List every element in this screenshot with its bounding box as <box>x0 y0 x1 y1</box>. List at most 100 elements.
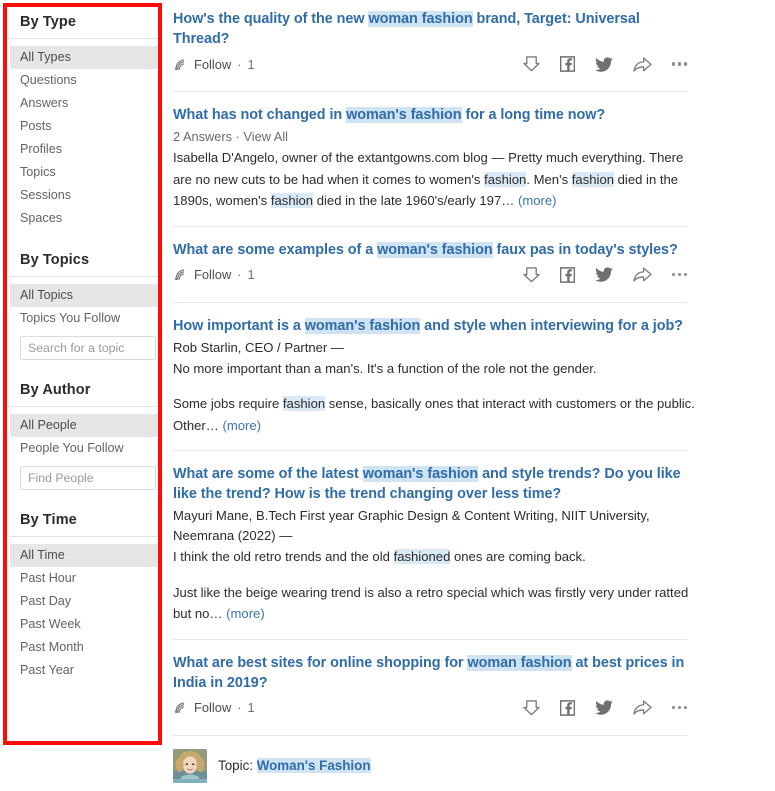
facebook-icon[interactable] <box>559 56 575 72</box>
filter-item-past-month[interactable]: Past Month <box>10 636 161 659</box>
filter-item-past-year[interactable]: Past Year <box>10 659 161 682</box>
filter-item-answers[interactable]: Answers <box>10 92 161 115</box>
filter-item-label: Answers <box>20 96 69 110</box>
share-actions <box>522 266 687 284</box>
search-result-item: How important is a woman's fashion and s… <box>173 316 695 443</box>
filter-item-past-day[interactable]: Past Day <box>10 590 161 613</box>
filter-item-topics[interactable]: Topics <box>10 161 161 184</box>
filter-item-label: All Time <box>20 548 65 562</box>
answer-paragraph: I think the old retro trends and the old… <box>173 549 586 564</box>
topic-avatar-portrait <box>173 748 207 783</box>
filter-item-people-you-follow[interactable]: People You Follow <box>10 437 161 460</box>
more-link[interactable]: (more) <box>226 606 265 621</box>
filter-item-topics-you-follow[interactable]: Topics You Follow <box>10 307 161 330</box>
more-icon[interactable] <box>671 272 687 277</box>
filter-item-sessions[interactable]: Sessions <box>10 184 161 207</box>
answer-count: 2 Answers <box>173 129 233 144</box>
follow-label: Follow <box>194 267 232 282</box>
twitter-icon[interactable] <box>594 267 613 282</box>
follow-label: Follow <box>194 700 232 715</box>
avatar <box>173 748 207 783</box>
search-result-item: What are best sites for online shopping … <box>173 653 695 727</box>
view-all-link[interactable]: View All <box>243 129 288 144</box>
topic-row[interactable]: Topic: Woman's Fashion <box>173 748 695 783</box>
filter-item-all-topics[interactable]: All Topics <box>10 284 161 307</box>
result-divider <box>173 301 687 303</box>
search-result-item: What are some of the latest woman's fash… <box>173 464 695 631</box>
filter-item-label: Past Week <box>20 617 81 631</box>
search-term-highlight: woman fashion <box>467 654 572 671</box>
answer-author-credit: Mayuri Mane, B.Tech First year Graphic D… <box>173 508 650 543</box>
share-icon[interactable] <box>632 699 652 716</box>
twitter-icon[interactable] <box>594 56 613 72</box>
share-icon[interactable] <box>632 56 652 73</box>
result-action-row: Follow · 1 <box>173 51 687 77</box>
filter-item-all-types[interactable]: All Types <box>10 46 161 69</box>
topic-result-item: Topic: Woman's FashionFollow·188 <box>173 748 695 791</box>
follow-button[interactable]: Follow · 1 <box>173 57 255 72</box>
result-title-link[interactable]: How important is a woman's fashion and s… <box>173 316 695 336</box>
search-term-highlight: woman's fashion <box>377 241 493 258</box>
filter-group-title: By Type <box>10 12 161 39</box>
filter-group-by-time: By Time All Time Past Hour Past Day Past Wee… <box>10 510 165 682</box>
filter-item-profiles[interactable]: Profiles <box>10 138 161 161</box>
filter-item-questions[interactable]: Questions <box>10 69 161 92</box>
share-icon[interactable] <box>632 266 652 283</box>
search-result-item: How's the quality of the new woman fashi… <box>173 9 695 83</box>
follow-button[interactable]: Follow · 1 <box>173 700 255 715</box>
filter-item-past-hour[interactable]: Past Hour <box>10 567 161 590</box>
topic-name-link[interactable]: Woman's Fashion <box>256 758 371 773</box>
filter-item-all-time[interactable]: All Time <box>10 544 161 567</box>
share-actions <box>522 699 687 717</box>
facebook-icon[interactable] <box>559 266 575 283</box>
follow-count: 1 <box>247 700 255 715</box>
filter-item-label: Profiles <box>20 142 62 156</box>
filter-group-by-type: By Type All Types Questions Answers Posts Pro… <box>10 12 165 230</box>
more-link[interactable]: (more) <box>518 193 557 208</box>
filter-item-label: Topics <box>20 165 56 179</box>
filter-group-title: By Author <box>10 380 161 407</box>
search-term-highlight: fashioned <box>393 549 451 564</box>
search-term-highlight: fashion <box>282 396 326 411</box>
more-icon[interactable] <box>671 62 687 66</box>
filter-item-label: Spaces <box>20 211 63 225</box>
search-term-highlight: woman's fashion <box>346 107 462 123</box>
by-author-search-input[interactable] <box>20 466 156 490</box>
result-divider <box>173 91 687 92</box>
filter-item-past-week[interactable]: Past Week <box>10 613 161 636</box>
meta-separator: · <box>235 129 240 144</box>
filter-item-posts[interactable]: Posts <box>10 115 161 138</box>
filter-group-by-author: By Author All People People You Follow <box>10 380 165 490</box>
by-topics-search-input[interactable] <box>20 336 156 360</box>
result-answer-meta: 2 Answers · View All <box>173 127 695 146</box>
result-title-link[interactable]: What are some of the latest woman's fash… <box>173 464 695 504</box>
downvote-icon[interactable] <box>522 55 540 73</box>
more-icon[interactable] <box>671 705 687 710</box>
result-title-link[interactable]: How's the quality of the new woman fashi… <box>173 9 695 49</box>
follow-button[interactable]: Follow · 1 <box>173 267 255 282</box>
result-title-link[interactable]: What are some examples of a woman's fash… <box>173 240 695 260</box>
result-title-link[interactable]: What are best sites for online shopping … <box>173 653 695 693</box>
filters-sidebar: By Type All Types Questions Answers Posts Pro… <box>0 0 165 791</box>
result-divider <box>173 450 687 451</box>
result-title-link[interactable]: What has not changed in woman's fashion … <box>173 105 695 125</box>
downvote-icon[interactable] <box>522 266 540 284</box>
twitter-icon[interactable] <box>594 700 613 715</box>
more-link[interactable]: (more) <box>222 418 261 433</box>
filter-item-label: Posts <box>20 119 52 133</box>
rss-follow-icon <box>174 58 185 70</box>
topic-prefix: Topic: <box>218 758 257 773</box>
downvote-icon[interactable] <box>522 699 540 717</box>
facebook-icon[interactable] <box>559 699 575 716</box>
filter-item-spaces[interactable]: Spaces <box>10 207 161 230</box>
follow-separator: · <box>237 700 242 715</box>
results-list: How's the quality of the new woman fashi… <box>165 0 775 791</box>
answer-paragraph: Some jobs require fashion sense, basical… <box>173 396 695 433</box>
filter-item-label: All Topics <box>20 288 73 302</box>
filter-item-all-people[interactable]: All People <box>10 414 161 437</box>
search-result-item: What are some examples of a woman's fash… <box>173 240 695 294</box>
result-action-row: Follow · 1 <box>173 695 687 721</box>
result-answer-snippet: I think the old retro trends and the old… <box>173 546 695 625</box>
follow-count: 1 <box>247 267 255 282</box>
result-divider <box>173 734 687 736</box>
